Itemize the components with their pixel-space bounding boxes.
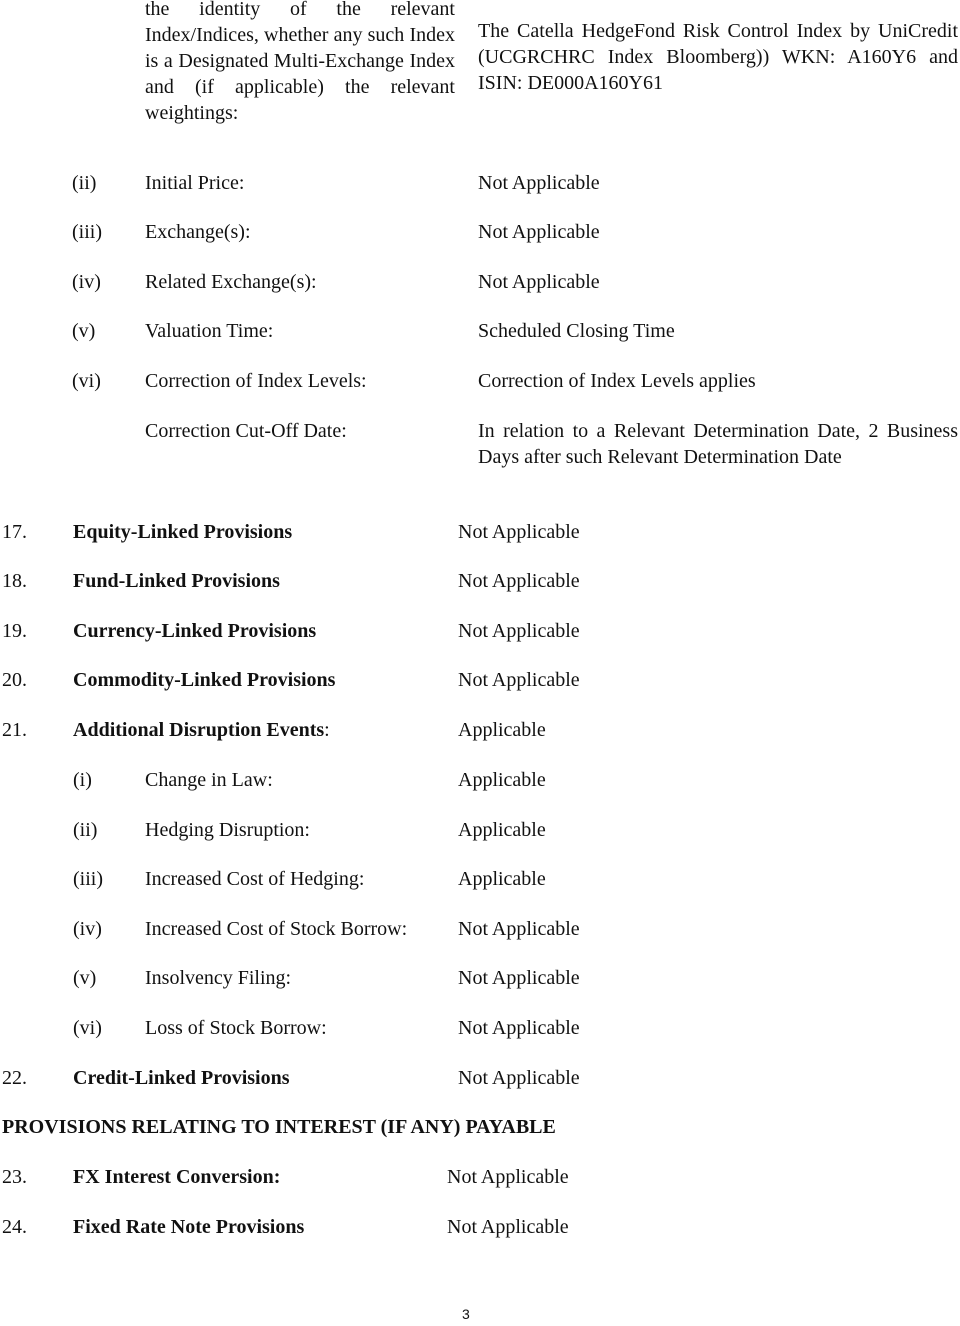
provision-value: Not Applicable <box>458 570 580 592</box>
provision-label: Fund-Linked Provisions <box>73 570 280 592</box>
item-label: Valuation Time: <box>145 320 274 342</box>
event-value: Applicable <box>458 769 546 791</box>
item-number: (v) <box>72 320 96 342</box>
event-value: Applicable <box>458 819 546 841</box>
item-label: Exchange(s): <box>145 221 251 243</box>
provision-label-wrap: Additional Disruption Events: <box>73 717 330 743</box>
item-number: (ii) <box>72 172 97 194</box>
index-identity-value: The Catella HedgeFond Risk Control Index… <box>478 20 958 94</box>
provision-label: FX Interest Conversion: <box>73 1166 281 1188</box>
event-label: Loss of Stock Borrow: <box>145 1017 327 1039</box>
item-number: (vi) <box>72 370 101 392</box>
item-label: Initial Price: <box>145 172 245 194</box>
provision-value: Not Applicable <box>447 1166 569 1188</box>
section-heading: PROVISIONS RELATING TO INTEREST (IF ANY)… <box>2 1116 556 1138</box>
item-label: Correction of Index Levels: <box>145 370 367 392</box>
provision-label: Additional Disruption Events <box>73 719 325 741</box>
provision-number: 22. <box>2 1067 27 1089</box>
provision-label: Commodity-Linked Provisions <box>73 669 336 691</box>
event-number: (iii) <box>73 868 103 890</box>
provision-value: Applicable <box>458 719 546 741</box>
provision-label: Currency-Linked Provisions <box>73 620 317 642</box>
provision-value: Not Applicable <box>458 1067 580 1089</box>
provision-number: 23. <box>2 1166 27 1188</box>
event-value: Applicable <box>458 868 546 890</box>
provision-label: Fixed Rate Note Provisions <box>73 1216 305 1238</box>
item-label: Related Exchange(s): <box>145 271 317 293</box>
event-number: (vi) <box>73 1017 102 1039</box>
event-label: Increased Cost of Stock Borrow: <box>145 918 408 940</box>
item-value: Correction of Index Levels applies <box>478 370 756 392</box>
provision-label: Equity-Linked Provisions <box>73 521 293 543</box>
event-value: Not Applicable <box>458 967 580 989</box>
provision-value: Not Applicable <box>458 620 580 642</box>
item-number: (iii) <box>72 221 102 243</box>
provision-number: 24. <box>2 1216 27 1238</box>
provision-value: Not Applicable <box>458 521 580 543</box>
event-number: (iv) <box>73 918 102 940</box>
provision-value: Not Applicable <box>458 669 580 691</box>
provision-number: 18. <box>2 570 27 592</box>
item-value: Scheduled Closing Time <box>478 320 675 342</box>
provision-number: 20. <box>2 669 27 691</box>
event-label: Insolvency Filing: <box>145 967 292 989</box>
event-value: Not Applicable <box>458 1017 580 1039</box>
correction-cutoff-value: In relation to a Relevant Determination … <box>478 420 958 468</box>
event-label: Change in Law: <box>145 769 273 791</box>
event-number: (v) <box>73 967 97 989</box>
event-value: Not Applicable <box>458 918 580 940</box>
provision-number: 17. <box>2 521 27 543</box>
provision-label: Credit-Linked Provisions <box>73 1067 290 1089</box>
provision-value: Not Applicable <box>447 1216 569 1238</box>
provision-label-suffix: : <box>324 719 330 741</box>
item-value: Not Applicable <box>478 221 600 243</box>
event-label: Hedging Disruption: <box>145 819 310 841</box>
event-label: Increased Cost of Hedging: <box>145 868 365 890</box>
correction-cutoff-label: Correction Cut-Off Date: <box>145 420 347 442</box>
page-number: 3 <box>462 1306 470 1322</box>
index-identity-label: the identity of the relevant Index/Indic… <box>145 0 455 124</box>
item-value: Not Applicable <box>478 172 600 194</box>
provision-number: 21. <box>2 719 27 741</box>
provision-number: 19. <box>2 620 27 642</box>
item-value: Not Applicable <box>478 271 600 293</box>
event-number: (ii) <box>73 819 98 841</box>
event-number: (i) <box>73 769 92 791</box>
item-number: (iv) <box>72 271 101 293</box>
